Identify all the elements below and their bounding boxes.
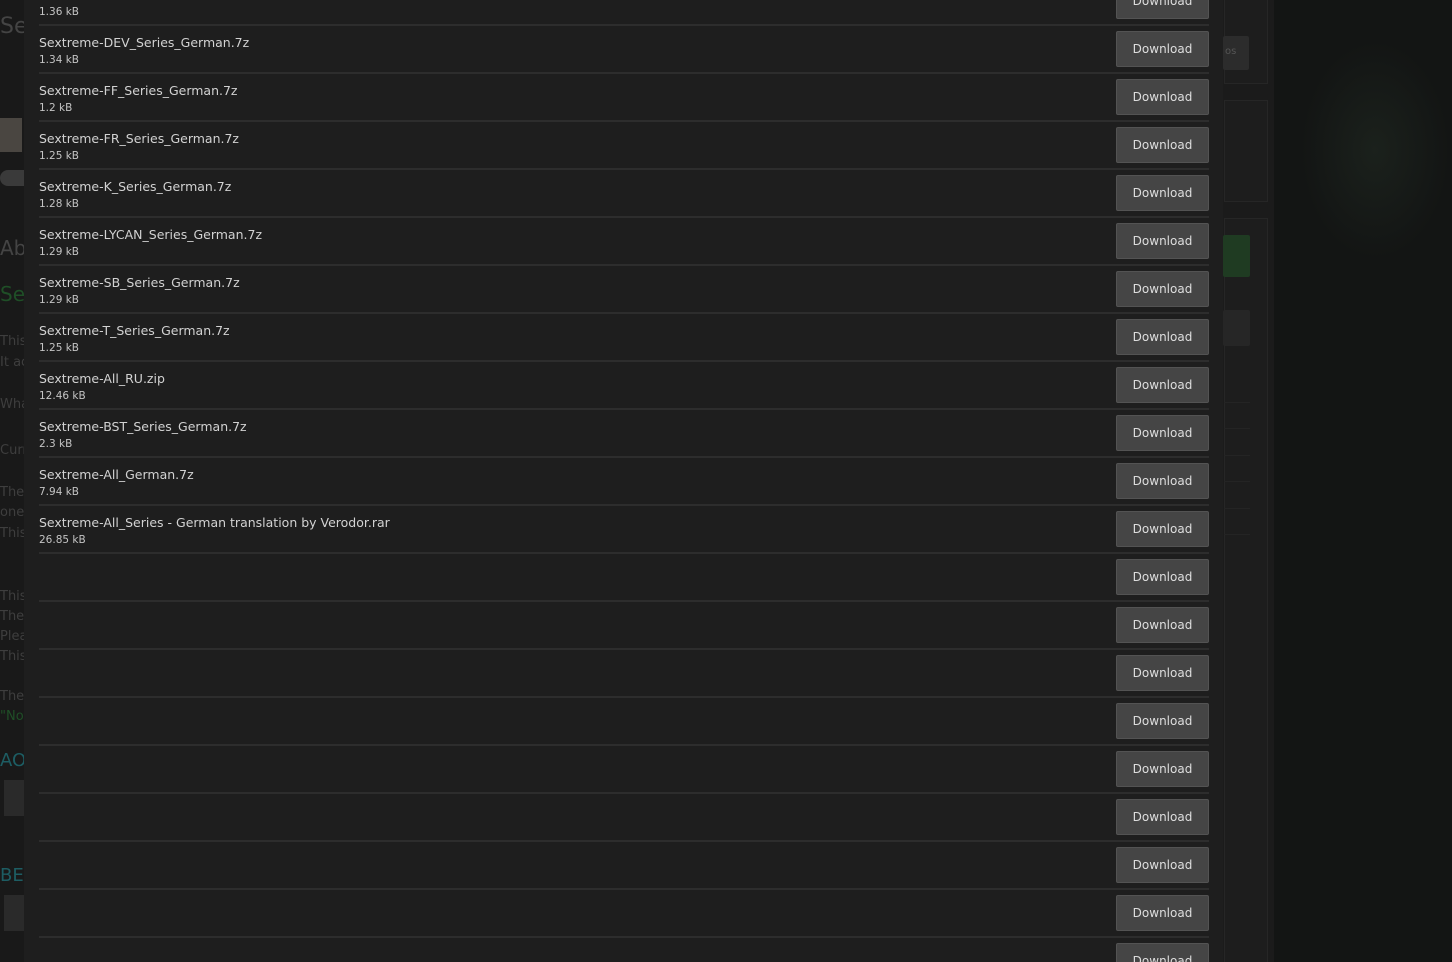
download-button[interactable]: Download	[1116, 511, 1209, 547]
download-button[interactable]: Download	[1116, 31, 1209, 67]
file-row: Download	[39, 554, 1209, 602]
file-name: Sextreme-All_German.7z	[39, 467, 194, 482]
background-line: This	[0, 649, 27, 664]
background-right-decoration	[1300, 40, 1450, 260]
download-button[interactable]: Download	[1116, 127, 1209, 163]
background-heading-about: Ab	[0, 236, 27, 260]
download-button[interactable]: Download	[1116, 943, 1209, 962]
background-line: This	[0, 589, 27, 604]
file-size: 1.29 kB	[39, 294, 80, 306]
file-row: Download	[39, 938, 1209, 962]
background-line: The	[0, 485, 25, 500]
file-row: Sextreme-K_Series_German.7z 1.28 kB Down…	[39, 170, 1209, 218]
background-divider	[1224, 481, 1250, 482]
file-row: Sextreme-LYCAN_Series_German.7z 1.29 kB …	[39, 218, 1209, 266]
background-tag	[0, 170, 24, 186]
background-sidebar-button: os	[1223, 36, 1249, 70]
file-row: Download	[39, 794, 1209, 842]
file-size: 1.25 kB	[39, 150, 80, 162]
file-row: Sextreme-All_Series - German translation…	[39, 506, 1209, 554]
file-size: 1.28 kB	[39, 198, 80, 210]
file-row: Sextreme-SB_Series_German.7z 1.29 kB Dow…	[39, 266, 1209, 314]
download-button[interactable]: Download	[1116, 655, 1209, 691]
background-line: The	[0, 609, 25, 624]
file-row: 1.36 kB Download	[39, 0, 1209, 26]
background-line: This	[0, 526, 27, 541]
background-sidebar-button-text: os	[1225, 46, 1237, 57]
file-row: Download	[39, 698, 1209, 746]
file-name: Sextreme-LYCAN_Series_German.7z	[39, 227, 263, 242]
download-button[interactable]: Download	[1116, 271, 1209, 307]
download-button[interactable]: Download	[1116, 799, 1209, 835]
file-row: Sextreme-FR_Series_German.7z 1.25 kB Dow…	[39, 122, 1209, 170]
background-green-button	[1223, 235, 1250, 277]
download-button[interactable]: Download	[1116, 415, 1209, 451]
background-thumbnail	[0, 118, 22, 152]
file-size: 1.25 kB	[39, 342, 80, 354]
background-heading-green: Se	[0, 282, 25, 306]
download-button[interactable]: Download	[1116, 559, 1209, 595]
background-heading-teal: AO	[0, 750, 27, 771]
file-row: Sextreme-All_RU.zip 12.46 kB Download	[39, 362, 1209, 410]
background-line: This	[0, 334, 27, 349]
download-button[interactable]: Download	[1116, 223, 1209, 259]
download-button[interactable]: Download	[1116, 703, 1209, 739]
download-modal: 1.36 kB Download Sextreme-DEV_Series_Ger…	[24, 0, 1223, 962]
download-button[interactable]: Download	[1116, 79, 1209, 115]
file-name: Sextreme-FF_Series_German.7z	[39, 83, 238, 98]
background-divider	[1224, 534, 1250, 535]
background-divider	[1224, 428, 1250, 429]
file-name: Sextreme-T_Series_German.7z	[39, 323, 230, 338]
background-divider	[1224, 455, 1250, 456]
download-button[interactable]: Download	[1116, 367, 1209, 403]
file-name: Sextreme-FR_Series_German.7z	[39, 131, 239, 146]
download-button[interactable]: Download	[1116, 175, 1209, 211]
download-button[interactable]: Download	[1116, 463, 1209, 499]
file-size: 2.3 kB	[39, 438, 73, 450]
background-button	[4, 780, 24, 816]
file-row: Download	[39, 746, 1209, 794]
background-left-edge: Se Ab Se This It ac Wha Curr The ones Th…	[0, 0, 38, 962]
file-name: Sextreme-DEV_Series_German.7z	[39, 35, 250, 50]
file-size: 1.36 kB	[39, 6, 80, 18]
background-divider	[1224, 402, 1250, 403]
file-list: 1.36 kB Download Sextreme-DEV_Series_Ger…	[39, 0, 1209, 962]
background-divider	[1224, 508, 1250, 509]
file-size: 12.46 kB	[39, 390, 86, 402]
file-row: Sextreme-BST_Series_German.7z 2.3 kB Dow…	[39, 410, 1209, 458]
file-name: Sextreme-BST_Series_German.7z	[39, 419, 247, 434]
file-row: Sextreme-FF_Series_German.7z 1.2 kB Down…	[39, 74, 1209, 122]
file-name: Sextreme-All_Series - German translation…	[39, 515, 390, 530]
download-button[interactable]: Download	[1116, 847, 1209, 883]
file-size: 7.94 kB	[39, 486, 80, 498]
background-sidebar-box	[1224, 100, 1268, 202]
download-button[interactable]: Download	[1116, 751, 1209, 787]
file-name: Sextreme-K_Series_German.7z	[39, 179, 232, 194]
background-line: The	[0, 689, 25, 704]
file-name: Sextreme-SB_Series_German.7z	[39, 275, 240, 290]
file-row: Download	[39, 602, 1209, 650]
background-grey-button	[1223, 310, 1250, 346]
file-size: 1.2 kB	[39, 102, 73, 114]
file-size: 1.29 kB	[39, 246, 80, 258]
file-row: Sextreme-T_Series_German.7z 1.25 kB Down…	[39, 314, 1209, 362]
file-row: Download	[39, 842, 1209, 890]
download-button[interactable]: Download	[1116, 0, 1209, 19]
background-button	[4, 895, 24, 931]
file-name: Sextreme-All_RU.zip	[39, 371, 165, 386]
download-button[interactable]: Download	[1116, 319, 1209, 355]
screen: Se Ab Se This It ac Wha Curr The ones Th…	[0, 0, 1452, 962]
file-row: Download	[39, 650, 1209, 698]
file-row: Sextreme-DEV_Series_German.7z 1.34 kB Do…	[39, 26, 1209, 74]
download-button[interactable]: Download	[1116, 607, 1209, 643]
file-size: 1.34 kB	[39, 54, 80, 66]
download-button[interactable]: Download	[1116, 895, 1209, 931]
file-row: Download	[39, 890, 1209, 938]
file-row: Sextreme-All_German.7z 7.94 kB Download	[39, 458, 1209, 506]
file-size: 26.85 kB	[39, 534, 86, 546]
